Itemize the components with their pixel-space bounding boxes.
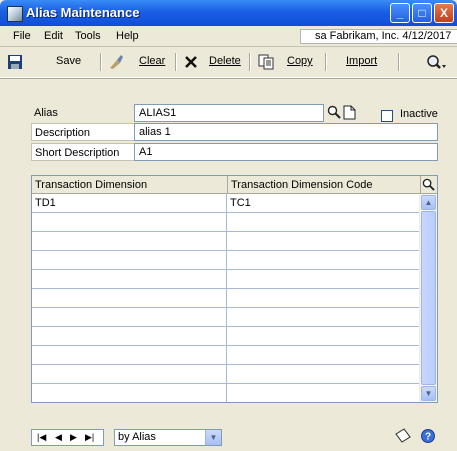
table-row[interactable] <box>32 308 421 327</box>
app-icon <box>7 6 23 22</box>
cell-dimension[interactable] <box>32 232 227 250</box>
table-row[interactable] <box>32 213 421 232</box>
cell-dimension[interactable] <box>32 327 227 345</box>
alias-lookup-icon[interactable] <box>327 105 341 119</box>
scroll-down-button[interactable]: ▼ <box>421 386 436 401</box>
toolbar: Save Clear Delete Copy Import <box>0 47 457 78</box>
cell-dimension[interactable]: TD1 <box>32 194 227 212</box>
help-icon[interactable]: ? <box>421 429 435 443</box>
alias-input[interactable]: ALIAS1 <box>134 104 324 122</box>
delete-icon <box>185 56 197 68</box>
cell-dimension-code[interactable] <box>227 289 421 307</box>
delete-button[interactable]: Delete <box>209 55 241 67</box>
column-header-transaction-dimension-code[interactable]: Transaction Dimension Code <box>228 176 421 194</box>
close-button[interactable]: X <box>434 3 454 23</box>
toolbar-separator <box>100 53 102 71</box>
cell-dimension-code[interactable] <box>227 270 421 288</box>
note-icon[interactable] <box>395 428 411 443</box>
cell-dimension[interactable] <box>32 384 227 402</box>
cell-dimension[interactable] <box>32 251 227 269</box>
transaction-dimension-grid: Transaction Dimension Transaction Dimens… <box>31 175 438 403</box>
last-record-icon[interactable]: ▶| <box>85 430 94 445</box>
save-icon <box>8 55 22 69</box>
table-row[interactable] <box>32 270 421 289</box>
alias-label: Alias <box>34 107 58 119</box>
cell-dimension[interactable] <box>32 365 227 383</box>
cell-dimension-code[interactable] <box>227 251 421 269</box>
chevron-down-icon[interactable]: ▼ <box>205 430 221 445</box>
grid-lookup-cell <box>421 176 437 194</box>
user-info: sa Fabrikam, Inc. 4/12/2017 <box>300 29 457 44</box>
cell-dimension-code[interactable] <box>227 213 421 231</box>
menu-edit[interactable]: Edit <box>44 30 63 42</box>
table-row[interactable]: TD1 TC1 <box>32 194 421 213</box>
cell-dimension-code[interactable] <box>227 384 421 402</box>
short-description-label: Short Description <box>31 143 135 161</box>
grid-lookup-icon[interactable] <box>422 178 435 191</box>
toolbar-separator <box>325 53 327 71</box>
table-row[interactable] <box>32 232 421 251</box>
description-label: Description <box>31 123 135 141</box>
table-row[interactable] <box>32 365 421 384</box>
toolbar-separator <box>175 53 177 71</box>
inactive-label: Inactive <box>400 108 438 120</box>
bottom-bar: |◀ ◀ ▶ ▶| by Alias ▼ ? <box>0 405 457 451</box>
cell-dimension[interactable] <box>32 270 227 288</box>
sort-by-value: by Alias <box>118 431 156 443</box>
table-row[interactable] <box>32 251 421 270</box>
save-button[interactable]: Save <box>56 55 81 67</box>
column-header-transaction-dimension[interactable]: Transaction Dimension <box>32 176 228 194</box>
minimize-button[interactable]: _ <box>390 3 410 23</box>
copy-icon <box>258 54 274 70</box>
cell-dimension-code[interactable] <box>227 365 421 383</box>
record-navigation: |◀ ◀ ▶ ▶| <box>31 429 104 446</box>
table-row[interactable] <box>32 346 421 365</box>
inactive-checkbox[interactable] <box>381 110 393 122</box>
menu-file[interactable]: File <box>13 30 31 42</box>
cell-dimension[interactable] <box>32 213 227 231</box>
cell-dimension-code[interactable] <box>227 346 421 364</box>
svg-text:?: ? <box>425 432 431 443</box>
scroll-up-button[interactable]: ▲ <box>421 195 436 210</box>
scroll-thumb[interactable] <box>421 211 436 385</box>
sort-by-select[interactable]: by Alias ▼ <box>114 429 222 446</box>
previous-record-icon[interactable]: ◀ <box>55 430 62 445</box>
cell-dimension-code[interactable] <box>227 308 421 326</box>
import-button[interactable]: Import <box>346 55 377 67</box>
grid-vertical-scrollbar[interactable]: ▲ ▼ <box>419 194 437 402</box>
menu-help[interactable]: Help <box>116 30 139 42</box>
table-row[interactable] <box>32 384 421 402</box>
next-record-icon[interactable]: ▶ <box>70 430 77 445</box>
cell-dimension-code[interactable] <box>227 232 421 250</box>
cell-dimension-code[interactable] <box>227 327 421 345</box>
clear-icon <box>110 55 123 69</box>
short-description-input[interactable]: A1 <box>134 143 438 161</box>
first-record-icon[interactable]: |◀ <box>37 430 46 445</box>
cell-dimension[interactable] <box>32 308 227 326</box>
window-title: Alias Maintenance <box>26 5 140 20</box>
clear-button[interactable]: Clear <box>139 55 165 67</box>
title-bar[interactable]: Alias Maintenance _ □ X <box>0 0 457 26</box>
table-row[interactable] <box>32 327 421 346</box>
alias-maintenance-window: Alias Maintenance _ □ X File Edit Tools … <box>0 0 457 451</box>
menu-tools[interactable]: Tools <box>75 30 101 42</box>
cell-dimension[interactable] <box>32 289 227 307</box>
maximize-button[interactable]: □ <box>412 3 432 23</box>
options-magnifier-icon[interactable] <box>425 54 447 70</box>
description-input[interactable]: alias 1 <box>134 123 438 141</box>
toolbar-separator <box>249 53 251 71</box>
table-row[interactable] <box>32 289 421 308</box>
menu-bar: File Edit Tools Help sa Fabrikam, Inc. 4… <box>0 26 457 47</box>
copy-button[interactable]: Copy <box>287 55 313 67</box>
cell-dimension[interactable] <box>32 346 227 364</box>
toolbar-separator <box>398 53 400 71</box>
new-document-icon[interactable] <box>343 105 356 120</box>
cell-dimension-code[interactable]: TC1 <box>227 194 421 212</box>
